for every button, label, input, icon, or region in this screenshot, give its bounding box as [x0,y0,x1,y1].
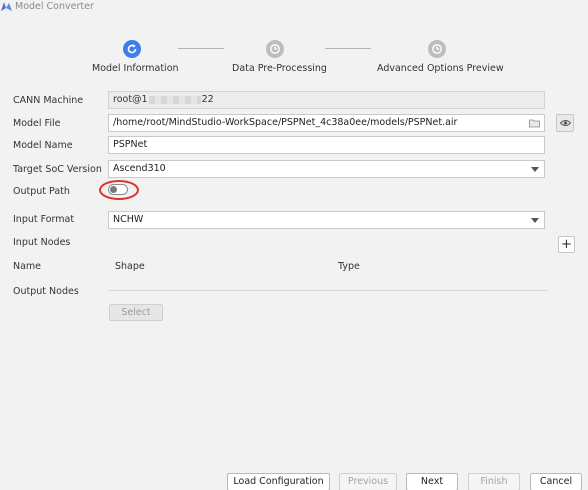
plus-icon: + [561,237,572,252]
model-name-input[interactable]: PSPNet [108,136,545,154]
finish-button[interactable]: Finish [468,473,520,490]
model-name-label: Model Name [13,140,73,151]
cann-machine-value-prefix: root@1 [113,94,148,105]
step-3-label: Advanced Options Preview [377,63,504,74]
cann-machine-field: root@1 22 [108,91,545,109]
model-file-label: Model File [13,118,61,129]
model-file-value: /home/root/MindStudio-WorkSpace/PSPNet_4… [113,117,458,128]
step-connector-2 [325,48,371,49]
show-model-button[interactable] [556,114,574,132]
output-path-label: Output Path [13,186,70,197]
chevron-down-icon [531,218,539,223]
folder-icon[interactable] [529,118,540,128]
load-configuration-button[interactable]: Load Configuration [227,473,330,490]
model-file-input[interactable]: /home/root/MindStudio-WorkSpace/PSPNet_4… [108,114,545,132]
eye-icon [559,120,571,126]
window-title: Model Converter [15,1,94,12]
app-logo-icon [1,2,12,11]
step-1-indicator [123,40,141,58]
title-bar: Model Converter [0,0,588,14]
step-1-label: Model Information [92,63,179,74]
next-button[interactable]: Next [406,473,458,490]
clock-icon [432,44,442,54]
model-name-value: PSPNet [113,139,148,150]
step-connector-1 [178,48,224,49]
clock-icon [270,44,280,54]
input-nodes-label: Input Nodes [13,237,71,248]
cann-machine-value-suffix: 22 [201,94,214,105]
step-2-label: Data Pre-Processing [232,63,327,74]
target-soc-value: Ascend310 [113,163,166,174]
cancel-button[interactable]: Cancel [530,473,582,490]
target-soc-label: Target SoC Version [13,164,102,175]
input-format-select[interactable]: NCHW [108,211,545,229]
output-nodes-select-button[interactable]: Select [109,304,163,321]
step-3-indicator [428,40,446,58]
previous-button[interactable]: Previous [339,473,397,490]
column-header-shape: Shape [115,261,145,272]
output-nodes-label: Output Nodes [13,286,79,297]
refresh-icon [127,44,137,54]
input-nodes-divider [108,290,548,291]
add-input-node-button[interactable]: + [558,236,575,253]
redacted-host [148,95,201,104]
step-2-indicator [266,40,284,58]
target-soc-select[interactable]: Ascend310 [108,160,545,178]
input-format-value: NCHW [113,214,144,225]
chevron-down-icon [531,167,539,172]
annotation-highlight-oval [99,180,139,200]
column-header-name: Name [13,261,42,272]
input-format-label: Input Format [13,214,75,225]
cann-machine-label: CANN Machine [13,95,84,106]
column-header-type: Type [338,261,360,272]
